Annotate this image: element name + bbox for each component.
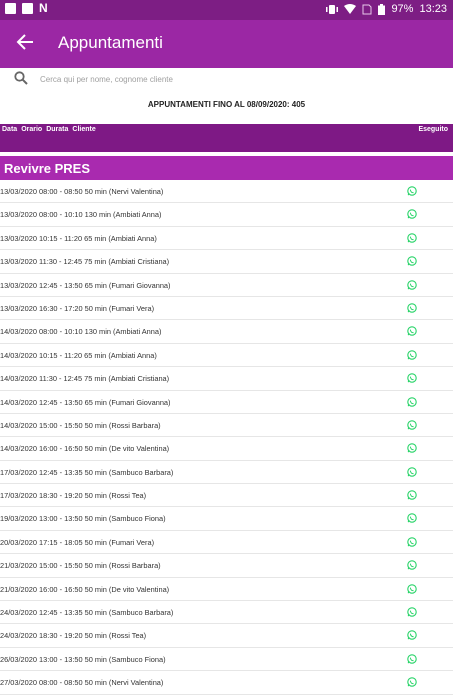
list-item[interactable]: 13/03/2020 08:00 - 08:50 50 min (Nervi V… <box>0 180 453 204</box>
list-item[interactable]: 14/03/2020 12:45 - 13:50 65 min (Fumari … <box>0 391 453 414</box>
page-title: Appuntamenti <box>58 33 163 52</box>
whatsapp-icon[interactable] <box>407 396 417 407</box>
battery-icon <box>378 3 386 15</box>
whatsapp-icon[interactable] <box>407 490 417 500</box>
appointment-text: 14/03/2020 11:30 - 12:45 75 min (Ambiati… <box>0 374 170 384</box>
appointments-summary: APPUNTAMENTI FINO AL 08/09/2020: 405 <box>147 100 306 109</box>
column-cliente: Cliente <box>72 126 96 133</box>
notification-icons: N <box>5 1 48 15</box>
appointment-text: 13/03/2020 16:30 - 17:20 50 min (Fumari … <box>0 303 155 313</box>
whatsapp-icon[interactable] <box>407 420 417 430</box>
search-bar <box>0 68 453 90</box>
list-item[interactable]: 13/03/2020 12:45 - 13:50 65 min (Fumari … <box>0 274 453 297</box>
clock: 13:23 <box>419 3 447 15</box>
status-bar: N 97% 13:23 <box>0 0 453 20</box>
whatsapp-icon[interactable] <box>407 279 417 290</box>
appointment-text: 14/03/2020 10:15 - 11:20 65 min (Ambiati… <box>0 350 157 360</box>
list-item[interactable]: 17/03/2020 18:30 - 19:20 50 min (Rossi T… <box>0 484 453 508</box>
appointment-list: 13/03/2020 08:00 - 08:50 50 min (Nervi V… <box>0 180 453 695</box>
back-arrow-icon[interactable] <box>16 33 34 51</box>
battery-level: 97% <box>391 3 414 15</box>
appointment-text: 14/03/2020 15:00 - 15:50 50 min (Rossi B… <box>0 420 161 430</box>
n-notification-icon: N <box>39 1 48 15</box>
section-title: Revivre PRES <box>4 161 90 176</box>
column-orario: Orario <box>21 126 43 133</box>
whatsapp-icon[interactable] <box>407 373 417 383</box>
whatsapp-icon[interactable] <box>407 513 417 524</box>
section-header: Revivre PRES <box>0 156 453 180</box>
appointment-text: 26/03/2020 13:00 - 13:50 50 min (Sambuco… <box>0 654 166 664</box>
appointment-text: 20/03/2020 17:15 - 18:05 50 min (Fumari … <box>0 537 155 547</box>
appointment-text: 13/03/2020 08:00 - 10:10 130 min (Ambiat… <box>0 210 162 220</box>
list-item[interactable]: 17/03/2020 12:45 - 13:35 50 min (Sambuco… <box>0 461 453 485</box>
list-item[interactable]: 13/03/2020 11:30 - 12:45 75 min (Ambiati… <box>0 250 453 274</box>
appointment-text: 13/03/2020 10:15 - 11:20 65 min (Ambiati… <box>0 233 157 243</box>
list-item[interactable]: 21/03/2020 16:00 - 16:50 50 min (De vito… <box>0 578 453 602</box>
whatsapp-icon[interactable] <box>407 466 417 477</box>
appointment-text: 27/03/2020 08:00 - 08:50 50 min (Nervi V… <box>0 678 164 688</box>
list-item[interactable]: 21/03/2020 15:00 - 15:50 50 min (Rossi B… <box>0 554 453 578</box>
whatsapp-icon[interactable] <box>407 583 417 594</box>
list-item[interactable]: 13/03/2020 10:15 - 11:20 65 min (Ambiati… <box>0 227 453 251</box>
whatsapp-icon[interactable] <box>407 186 417 196</box>
appointment-text: 21/03/2020 16:00 - 16:50 50 min (De vito… <box>0 584 170 594</box>
appointment-text: 17/03/2020 12:45 - 13:35 50 min (Sambuco… <box>0 467 174 477</box>
list-item[interactable]: 27/03/2020 08:00 - 08:50 50 min (Nervi V… <box>0 671 453 695</box>
appointment-text: 14/03/2020 16:00 - 16:50 50 min (De vito… <box>0 444 170 454</box>
whatsapp-icon[interactable] <box>407 537 417 547</box>
app-bar: Appuntamenti <box>0 20 453 68</box>
list-item[interactable]: 14/03/2020 15:00 - 15:50 50 min (Rossi B… <box>0 414 453 438</box>
list-item[interactable]: 14/03/2020 16:00 - 16:50 50 min (De vito… <box>0 437 453 461</box>
appointment-text: 24/03/2020 18:30 - 19:20 50 min (Rossi T… <box>0 631 147 641</box>
column-eseguito: Eseguito <box>418 126 448 133</box>
no-sim-icon <box>362 4 372 14</box>
appointment-text: 13/03/2020 12:45 - 13:50 65 min (Fumari … <box>0 280 171 290</box>
list-item[interactable]: 13/03/2020 16:30 - 17:20 50 min (Fumari … <box>0 297 453 321</box>
appointment-text: 21/03/2020 15:00 - 15:50 50 min (Rossi B… <box>0 561 161 571</box>
whatsapp-icon[interactable] <box>407 677 417 687</box>
search-input[interactable] <box>38 70 442 88</box>
list-item[interactable]: 24/03/2020 18:30 - 19:20 50 min (Rossi T… <box>0 624 453 648</box>
list-item[interactable]: 14/03/2020 08:00 - 10:10 130 min (Ambiat… <box>0 320 453 344</box>
search-icon <box>14 71 28 85</box>
whatsapp-icon[interactable] <box>407 349 417 360</box>
column-data: Data <box>2 126 18 133</box>
list-item[interactable]: 13/03/2020 08:00 - 10:10 130 min (Ambiat… <box>0 203 453 227</box>
whatsapp-icon[interactable] <box>407 209 417 220</box>
gallery-notification-icon <box>5 3 16 14</box>
appointment-text: 17/03/2020 18:30 - 19:20 50 min (Rossi T… <box>0 491 147 501</box>
vibrate-icon <box>326 4 339 14</box>
whatsapp-icon[interactable] <box>407 326 417 337</box>
list-item[interactable]: 26/03/2020 13:00 - 13:50 50 min (Sambuco… <box>0 648 453 672</box>
whatsapp-icon[interactable] <box>407 256 417 266</box>
list-item[interactable]: 14/03/2020 10:15 - 11:20 65 min (Ambiati… <box>0 344 453 368</box>
whatsapp-icon[interactable] <box>407 233 417 243</box>
appointment-text: 19/03/2020 13:00 - 13:50 50 min (Sambuco… <box>0 514 166 524</box>
list-item[interactable]: 14/03/2020 11:30 - 12:45 75 min (Ambiati… <box>0 367 453 391</box>
whatsapp-icon[interactable] <box>407 303 417 313</box>
whatsapp-icon[interactable] <box>407 630 417 641</box>
system-icons: 97% 13:23 <box>326 3 447 15</box>
list-item[interactable]: 24/03/2020 12:45 - 13:35 50 min (Sambuco… <box>0 601 453 625</box>
appointment-text: 13/03/2020 11:30 - 12:45 75 min (Ambiati… <box>0 257 170 267</box>
wifi-icon <box>344 3 357 14</box>
whatsapp-icon[interactable] <box>407 607 417 617</box>
appointment-text: 14/03/2020 12:45 - 13:50 65 min (Fumari … <box>0 397 171 407</box>
appointment-text: 14/03/2020 08:00 - 10:10 130 min (Ambiat… <box>0 327 162 337</box>
list-item[interactable]: 19/03/2020 13:00 - 13:50 50 min (Sambuco… <box>0 507 453 531</box>
column-header: Data Orario Durata Cliente Eseguito <box>0 124 453 152</box>
whatsapp-icon[interactable] <box>407 654 417 664</box>
appointment-text: 24/03/2020 12:45 - 13:35 50 min (Sambuco… <box>0 608 174 618</box>
list-item[interactable]: 20/03/2020 17:15 - 18:05 50 min (Fumari … <box>0 531 453 555</box>
image-notification-icon <box>22 3 33 14</box>
whatsapp-icon[interactable] <box>407 560 417 570</box>
appointment-text: 13/03/2020 08:00 - 08:50 50 min (Nervi V… <box>0 187 164 196</box>
whatsapp-icon[interactable] <box>407 443 417 454</box>
column-durata: Durata <box>46 126 69 133</box>
